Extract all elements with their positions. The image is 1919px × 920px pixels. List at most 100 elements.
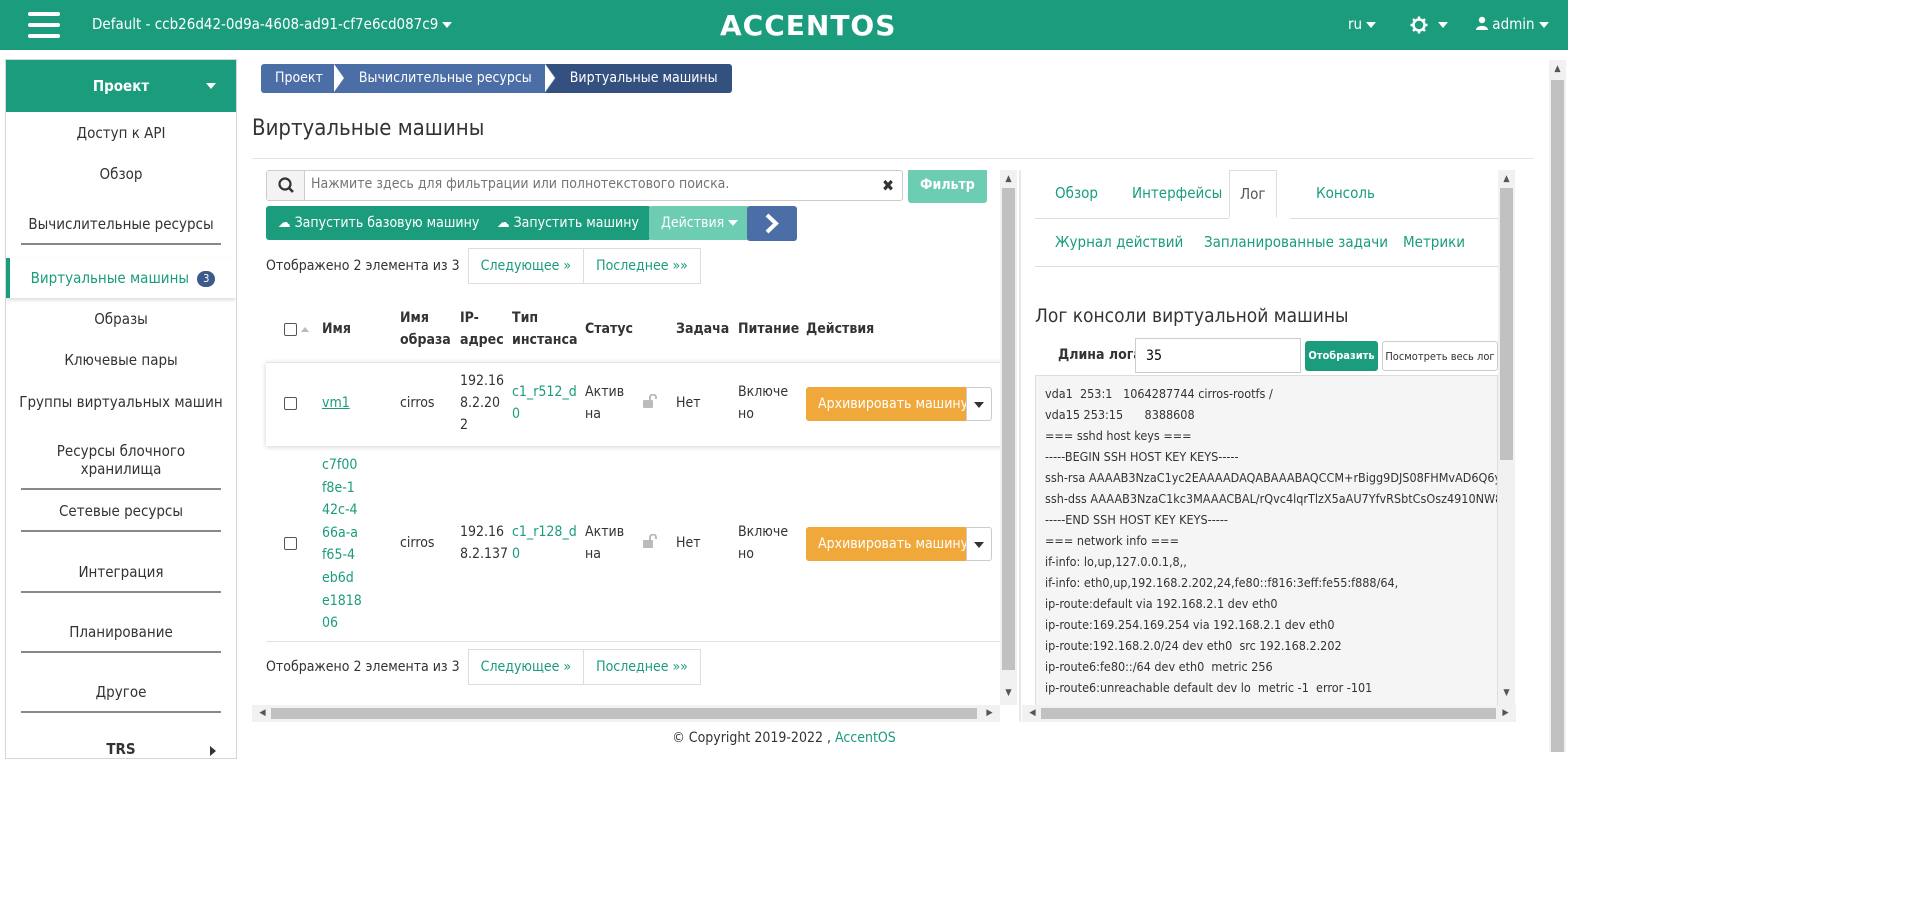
log-line: vda1 253:1 1064287744 cirros-rootfs / xyxy=(1045,386,1273,401)
left-vertical-scrollbar[interactable]: ▲ ▼ xyxy=(1000,170,1017,705)
scroll-left-icon[interactable]: ◀ xyxy=(1024,708,1041,718)
sidebar-item-block-storage[interactable]: Ресурсы блочного хранилища xyxy=(21,442,221,490)
select-all-checkbox[interactable] xyxy=(284,323,297,336)
sidebar-item-other[interactable]: Другое xyxy=(21,683,221,713)
sidebar-item-network[interactable]: Сетевые ресурсы xyxy=(21,502,221,532)
search-input[interactable] xyxy=(311,176,871,192)
tab-console[interactable]: Консоль xyxy=(1316,184,1375,202)
instance-status: Актив на xyxy=(585,521,624,565)
chevron-down-icon xyxy=(206,83,216,89)
filter-button[interactable]: Фильтр xyxy=(908,170,987,203)
instance-flavor-link[interactable]: c1_r128_d 0 xyxy=(512,521,577,565)
close-icon[interactable]: ✖ xyxy=(882,176,894,195)
sidebar-project-header[interactable]: Проект xyxy=(6,60,236,112)
scroll-down-icon[interactable]: ▼ xyxy=(1498,688,1515,698)
scrollbar-thumb[interactable] xyxy=(271,708,977,719)
view-full-log-button[interactable]: Посмотреть весь лог xyxy=(1382,341,1498,371)
sidebar-header-label: Проект xyxy=(92,77,150,95)
actions-dropdown-button[interactable]: Действия xyxy=(649,206,751,240)
scroll-down-icon[interactable]: ▼ xyxy=(1000,688,1017,698)
scroll-right-icon[interactable]: ▶ xyxy=(981,708,998,718)
tab-metrics[interactable]: Метрики xyxy=(1403,233,1465,251)
column-header-power[interactable]: Питание xyxy=(738,318,799,340)
sidebar-item-keypairs[interactable]: Ключевые пары xyxy=(6,351,236,369)
next-step-button[interactable] xyxy=(747,206,797,241)
scroll-left-icon[interactable]: ◀ xyxy=(254,708,271,718)
accentos-link[interactable]: AccentOS xyxy=(835,730,896,746)
hamburger-menu-icon[interactable] xyxy=(28,12,60,38)
items-shown-label: Отображено 2 элемента из 3 xyxy=(266,258,460,274)
column-header-status[interactable]: Статус xyxy=(585,318,633,340)
last-page-link[interactable]: Последнее »» xyxy=(584,248,701,284)
tab-scheduled-tasks[interactable]: Запланированные задачи xyxy=(1204,233,1388,251)
gear-icon xyxy=(1410,16,1428,33)
scroll-right-icon[interactable]: ▶ xyxy=(1497,708,1514,718)
log-length-label: Длина лога xyxy=(1058,347,1142,363)
scrollbar-thumb[interactable] xyxy=(1551,80,1564,752)
instance-name-link[interactable]: c7f00 f8e-1 42c-4 66a-a f65-4 eb6d e1818 06 xyxy=(322,454,362,635)
breadcrumb-instances[interactable]: Виртуальные машины xyxy=(545,64,732,93)
instance-ip: 192.16 8.2.137 xyxy=(460,521,508,565)
sidebar-item-server-groups[interactable]: Группы виртуальных машин xyxy=(6,393,236,411)
page-vertical-scrollbar[interactable]: ▲ xyxy=(1549,60,1566,752)
instance-power: Включе но xyxy=(738,381,788,425)
breadcrumb-compute[interactable]: Вычислительные ресурсы xyxy=(334,63,556,93)
tab-overview[interactable]: Обзор xyxy=(1055,184,1098,202)
scrollbar-thumb[interactable] xyxy=(1002,188,1015,670)
column-header-image[interactable]: Имя образа xyxy=(400,307,451,351)
left-horizontal-scrollbar[interactable]: ◀ ▶ xyxy=(252,705,1000,722)
archive-instance-button[interactable]: Архивировать машину xyxy=(806,387,981,421)
archive-instance-button[interactable]: Архивировать машину xyxy=(806,527,981,561)
column-header-flavor[interactable]: Тип инстанса xyxy=(512,307,577,351)
next-page-link[interactable]: Следующее » xyxy=(467,649,585,685)
column-header-name[interactable]: Имя xyxy=(322,318,351,340)
chevron-down-icon xyxy=(1538,21,1549,28)
project-selector[interactable]: Default - ccb26d42-0d9a-4608-ad91-cf7e6c… xyxy=(92,15,453,33)
last-page-link[interactable]: Последнее »» xyxy=(584,649,701,685)
row-checkbox[interactable] xyxy=(284,397,297,410)
right-horizontal-scrollbar[interactable]: ◀ ▶ xyxy=(1022,705,1516,722)
next-page-link[interactable]: Следующее » xyxy=(467,248,585,284)
row-checkbox[interactable] xyxy=(284,537,297,550)
tab-action-log[interactable]: Журнал действий xyxy=(1055,233,1183,251)
instance-count-badge: 3 xyxy=(197,270,216,287)
instance-name-link[interactable]: vm1 xyxy=(322,392,350,414)
row-actions-dropdown[interactable] xyxy=(966,527,992,561)
sidebar-item-planning[interactable]: Планирование xyxy=(21,623,221,653)
scroll-up-icon[interactable]: ▲ xyxy=(1549,64,1566,74)
sidebar-item-integration[interactable]: Интеграция xyxy=(21,563,221,593)
launch-instance-button[interactable]: ☁ Запустить машину xyxy=(485,206,651,240)
search-icon[interactable] xyxy=(267,171,305,200)
scrollbar-thumb[interactable] xyxy=(1500,188,1513,460)
user-menu[interactable]: admin xyxy=(1476,15,1549,33)
instance-flavor-link[interactable]: c1_r512_d 0 xyxy=(512,381,577,425)
scrollbar-thumb[interactable] xyxy=(1041,708,1496,719)
tab-log[interactable]: Лог xyxy=(1229,170,1277,218)
language-selector[interactable]: ru xyxy=(1348,15,1377,33)
settings-menu[interactable] xyxy=(1410,15,1448,34)
cell-line: f8e-1 xyxy=(322,479,355,496)
column-header-task[interactable]: Задача xyxy=(676,318,729,340)
sidebar-item-api-access[interactable]: Доступ к API xyxy=(6,124,236,142)
column-header-ip[interactable]: IP-адрес xyxy=(460,307,504,351)
sort-asc-icon[interactable] xyxy=(301,327,309,332)
sidebar-item-compute[interactable]: Вычислительные ресурсы xyxy=(21,215,221,245)
right-vertical-scrollbar[interactable]: ▲ ▼ xyxy=(1498,170,1515,705)
launch-base-instance-button[interactable]: ☁ Запустить базовую машину xyxy=(266,206,492,240)
language-label: ru xyxy=(1348,15,1363,33)
scroll-up-icon[interactable]: ▲ xyxy=(1498,174,1515,184)
unlock-icon[interactable] xyxy=(642,394,658,408)
top-navbar: Default - ccb26d42-0d9a-4608-ad91-cf7e6c… xyxy=(0,0,1568,50)
sidebar-item-overview[interactable]: Обзор xyxy=(6,165,236,183)
cell-line: но xyxy=(738,546,754,562)
unlock-icon[interactable] xyxy=(642,534,658,548)
log-length-input[interactable] xyxy=(1135,338,1301,373)
row-actions-dropdown[interactable] xyxy=(966,387,992,421)
breadcrumb-project[interactable]: Проект xyxy=(261,63,345,93)
sidebar-item-instances[interactable]: Виртуальные машины 3 xyxy=(6,258,236,298)
scroll-up-icon[interactable]: ▲ xyxy=(1000,174,1017,184)
sidebar-item-images[interactable]: Образы xyxy=(6,310,236,328)
show-log-button[interactable]: Отобразить xyxy=(1305,341,1378,371)
tab-interfaces[interactable]: Интерфейсы xyxy=(1132,184,1222,202)
chevron-right-icon xyxy=(765,213,779,234)
